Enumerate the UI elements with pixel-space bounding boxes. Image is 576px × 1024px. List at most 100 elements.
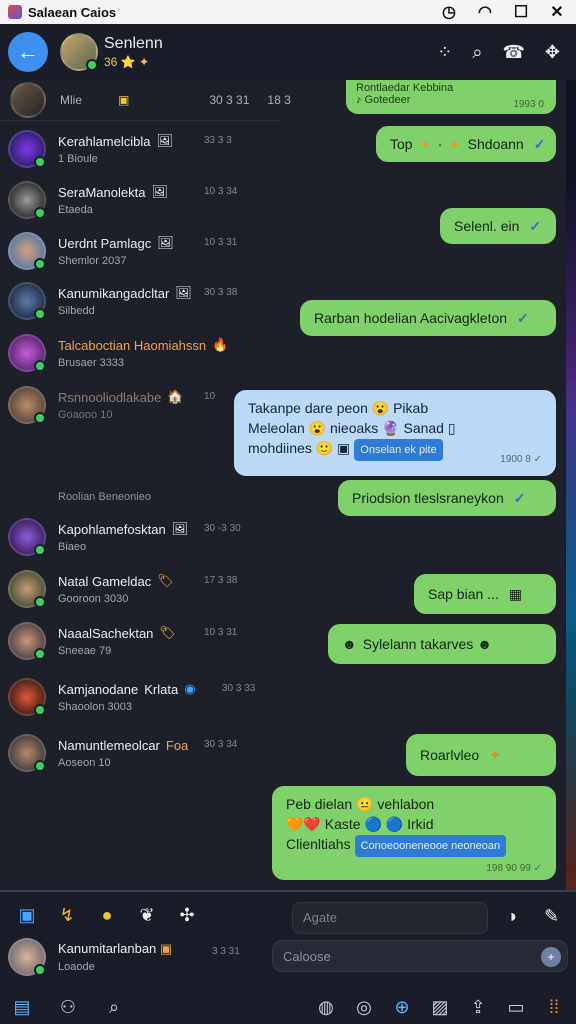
message-bubble[interactable]: Peb dielan 😐 vehlabon 🧡❤️ Kaste 🔵 🔵 Irki… (272, 786, 556, 880)
list-item[interactable]: Namuntlemeolcar Foa Aoseon 10 30 3 34 (8, 729, 278, 777)
target-icon[interactable]: ◎ (354, 997, 374, 1018)
wifi-icon: ◠ (478, 4, 492, 21)
list-item[interactable]: Talcaboctian Haomiahssn 🔥 Brusaer 3333 (8, 329, 278, 377)
badge-icon: 🏷 (157, 573, 174, 588)
online-indicator (34, 704, 46, 716)
read-check-icon: ✓ (533, 135, 546, 152)
bottom-panel: ▣ ↯ ● ❦ ✣ Agate ◑ ✎ Kanumitarlanban ▣ Lo… (0, 890, 576, 1024)
emoji-picker-icon[interactable]: ◑ (506, 906, 517, 927)
link-chip[interactable]: Conoeooneneooe neoneoan (354, 835, 507, 857)
chat-time: 10 (204, 391, 216, 402)
image-icon: ▦ (508, 585, 523, 602)
globe-icon[interactable]: ◍ (316, 997, 336, 1018)
pen-icon[interactable]: ✎ (544, 906, 559, 927)
chats-nav-icon[interactable]: ▤ (12, 997, 32, 1018)
emoji-icon[interactable]: ● (96, 904, 118, 926)
online-indicator (34, 544, 46, 556)
search-icon[interactable]: ⌕ (472, 42, 482, 63)
header-actions: ⁘ ⌕ ☎ ✥ (437, 42, 568, 63)
message-text: Top 🔸 · 🔸 Shdoann (390, 135, 524, 152)
badge-icon: ▣ (159, 941, 173, 956)
online-indicator (34, 207, 46, 219)
grid-menu-icon[interactable]: ⁞⁞ (544, 997, 564, 1018)
pinned-message[interactable]: Rontlaedar Kebbina ♪ Gotedeer 1993 0 (346, 80, 556, 114)
message-text: Rarban hodelian Aacivagkleton (314, 310, 508, 326)
search-input[interactable]: Agate (292, 902, 488, 934)
call-icon[interactable]: ☎ (502, 42, 524, 63)
list-item[interactable]: Kerahlamelcibla 🖼 1 Bioule 33 3 3 (8, 125, 278, 173)
message-text: Roarlvleo (420, 747, 480, 763)
current-user-card[interactable]: Kanumitarlanban ▣ Loaode 3 3 31 (8, 938, 240, 976)
message-bubble[interactable]: Selenl. ein ✓ (440, 208, 556, 244)
gamepad-icon[interactable]: ✣ (176, 904, 198, 926)
avatar[interactable] (10, 82, 46, 118)
badge-icon: Krlata (144, 681, 179, 697)
message-line: mohdiines 🙂 ▣ (248, 440, 351, 456)
online-indicator (34, 412, 46, 424)
list-item[interactable]: Kapohlamefosktan 🖼 Biaeo 30 -3 30 (8, 513, 278, 561)
online-indicator (34, 308, 46, 320)
chat-preview: Shaoolon 3003 (58, 701, 133, 713)
chat-time: 10 3 31 (204, 627, 238, 638)
wallet-icon[interactable]: ▭ (506, 997, 526, 1018)
leaf-icon[interactable]: ❦ (136, 904, 158, 926)
online-indicator (34, 964, 46, 976)
attachment-toolbar: ▣ ↯ ● ❦ ✣ (16, 904, 198, 926)
upload-icon[interactable]: ⇪ (468, 997, 488, 1018)
list-item[interactable]: Natal Gameldac 🏷 Gooroon 3030 17 3 38 (8, 565, 278, 613)
chat-preview: 1 Bioule (58, 153, 98, 165)
list-item[interactable]: NaaalSachektan 🏷 Sneeae 79 10 3 31 (8, 617, 278, 665)
chat-preview: Brusaer 3333 (58, 357, 125, 369)
menu-dots-icon[interactable]: ⁘ (437, 42, 452, 63)
message-composer[interactable]: Caloose + (272, 940, 568, 972)
list-item[interactable]: Uerdnt Pamlagc 🖼 Shemlor 2037 10 3 31 (8, 227, 278, 275)
read-check-icon: ✓ (517, 309, 529, 326)
message-bubble[interactable]: Rarban hodelian Aacivagkleton ✓ (300, 300, 556, 336)
message-bubble[interactable]: Top 🔸 · 🔸 Shdoann ✓ (376, 126, 556, 162)
online-indicator (86, 59, 98, 71)
avatar (8, 181, 46, 219)
back-button[interactable]: ← (8, 32, 48, 72)
chat-name: Kerahlamelcibla (58, 133, 151, 149)
message-bubble[interactable]: Roarlvleo ✦ (406, 734, 556, 776)
message-line: Clienltiahs (286, 836, 351, 852)
maximize-icon[interactable]: ☐ (510, 2, 532, 22)
tools-icon[interactable]: ✥ (545, 42, 560, 63)
contacts-nav-icon[interactable]: ⚇ (58, 997, 78, 1018)
lightning-icon[interactable]: ↯ (56, 904, 78, 926)
strip-label: Mlie (60, 93, 83, 107)
list-item[interactable]: SeraManolekta 🖼 Etaeda 10 3 34 (8, 176, 278, 224)
chat-pane: Mlie ▣ 30 3 31 18 3 Rontlaedar Kebbina ♪… (0, 80, 566, 890)
message-bubble[interactable]: ☻ Sylelann takarves ☻ (328, 624, 556, 664)
message-line: Meleolan 😮 nieoaks 🔮 Sanad ▯ (248, 420, 456, 436)
message-bubble[interactable]: Takanpe dare peon 😮 Pikab Meleolan 😮 nie… (234, 390, 556, 476)
chart-icon[interactable]: ▨ (430, 997, 450, 1018)
read-check-icon: ✓ (533, 454, 542, 465)
message-bubble[interactable]: Priodsion tleslsraneykon ✓ (338, 480, 556, 516)
compass-icon[interactable]: ⊕ (392, 997, 412, 1018)
user-time: 3 3 31 (212, 946, 240, 957)
avatar (8, 130, 46, 168)
badge-icon: 🔥 (212, 337, 229, 352)
avatar[interactable] (60, 33, 98, 71)
send-icon[interactable]: + (541, 947, 561, 967)
online-indicator (34, 596, 46, 608)
message-bubble[interactable]: Sap bian ... ▦ (414, 574, 556, 614)
message-time: 198 90 99 ✓ (486, 863, 542, 874)
gallery-icon[interactable]: ▣ (16, 904, 38, 926)
close-icon[interactable]: ✕ (546, 2, 568, 22)
badge-icon: 🖼 (157, 235, 174, 250)
chat-time: 30 3 38 (204, 287, 238, 298)
search-nav-icon[interactable]: ⌕ (104, 997, 124, 1018)
chat-preview: Aoseon 10 (58, 756, 111, 769)
list-item[interactable]: Kanumikangadcltar 🖼 Silbedd 30 3 38 (8, 277, 278, 325)
chat-name: Kamjanodane (58, 681, 139, 697)
chat-name: NaaalSachektan (58, 625, 154, 641)
bottom-nav: ▤ ⚇ ⌕ ◍ ◎ ⊕ ▨ ⇪ ▭ ⁞⁞ (0, 988, 576, 1024)
read-check-icon: ✓ (513, 489, 526, 506)
link-chip[interactable]: Onselan ek pite (354, 439, 443, 461)
calendar-icon[interactable]: ▣ (118, 93, 129, 107)
app-icon (8, 5, 22, 19)
chat-time: 30 3 34 (204, 739, 238, 750)
list-item[interactable]: Kamjanodane Krlata ◉ Shaoolon 3003 30 3 33 (8, 673, 278, 721)
